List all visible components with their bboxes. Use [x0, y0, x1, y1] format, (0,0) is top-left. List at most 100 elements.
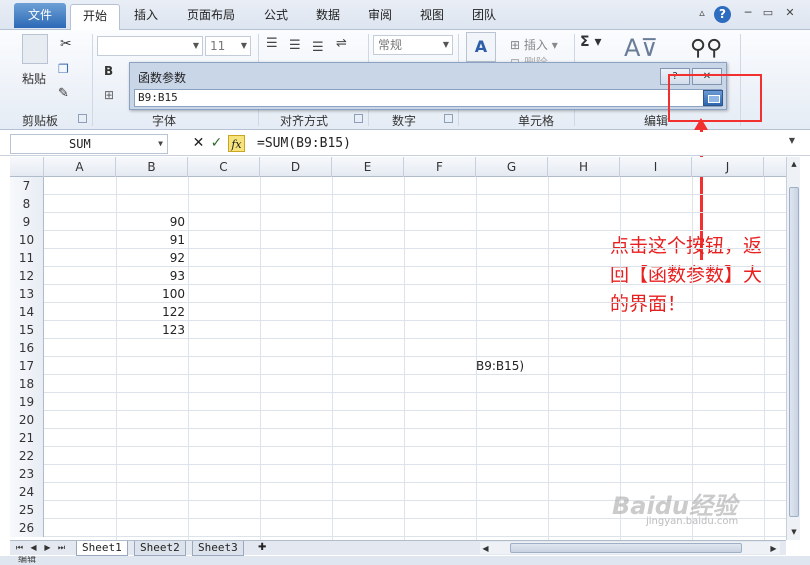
row-header[interactable]: 16 [10, 339, 44, 357]
tab-view[interactable]: 视图 [410, 4, 454, 30]
vertical-scroll-thumb[interactable] [789, 187, 799, 517]
insert-sheet-icon[interactable]: ✚ [258, 542, 272, 554]
expand-formula-bar-icon[interactable]: ▼ [786, 136, 798, 150]
styles-icon[interactable]: A [466, 32, 496, 62]
border-icon[interactable]: ⊞ [104, 88, 114, 102]
autosum-icon[interactable]: Σ ▾ [580, 34, 601, 50]
column-header[interactable]: F [404, 157, 476, 177]
row-header[interactable]: 11 [10, 249, 44, 267]
cell-b[interactable] [116, 447, 188, 465]
copy-icon[interactable]: ❐ [58, 62, 69, 76]
cell-b[interactable]: 91 [116, 231, 188, 249]
row-header[interactable]: 23 [10, 465, 44, 483]
cell-b[interactable] [116, 501, 188, 519]
row-header[interactable]: 7 [10, 177, 44, 195]
column-header[interactable]: E [332, 157, 404, 177]
enter-icon[interactable]: ✓ [208, 135, 225, 152]
column-header[interactable]: C [188, 157, 260, 177]
column-header[interactable]: A [44, 157, 116, 177]
cut-icon[interactable]: ✂ [60, 36, 72, 52]
prev-sheet-icon[interactable]: ◀ [28, 542, 39, 554]
row-header[interactable]: 9 [10, 213, 44, 231]
row-header[interactable]: 25 [10, 501, 44, 519]
font-name-combo[interactable]: ▼ [97, 36, 203, 56]
cell-b[interactable]: 92 [116, 249, 188, 267]
column-header[interactable]: D [260, 157, 332, 177]
cell-b[interactable] [116, 375, 188, 393]
sort-filter-icon[interactable]: A⊽ [624, 34, 658, 62]
row-header[interactable]: 24 [10, 483, 44, 501]
paste-icon[interactable] [22, 34, 48, 64]
cell-b[interactable] [116, 429, 188, 447]
restore-icon[interactable]: ▭ [760, 5, 776, 21]
horizontal-scrollbar[interactable]: ◀ ▶ [480, 542, 780, 554]
tab-file[interactable]: 文件 [14, 3, 66, 28]
sheet-tab[interactable]: Sheet2 [134, 541, 186, 556]
cell-b[interactable]: 122 [116, 303, 188, 321]
name-box[interactable]: SUM ▼ [10, 134, 168, 154]
tab-page-layout[interactable]: 页面布局 [180, 4, 242, 30]
font-size-combo[interactable]: 11 ▼ [205, 36, 251, 56]
select-all-corner[interactable] [10, 157, 44, 177]
cell-b[interactable] [116, 483, 188, 501]
range-input[interactable]: B9:B15 [134, 89, 722, 107]
find-select-icon[interactable]: ⚲⚲ [690, 36, 722, 61]
cell-b[interactable] [116, 177, 188, 195]
format-painter-icon[interactable]: ✎ [58, 86, 69, 101]
sheet-tab[interactable]: Sheet1 [76, 541, 128, 556]
row-header[interactable]: 14 [10, 303, 44, 321]
paste-label[interactable]: 粘贴 [22, 70, 46, 87]
delete-cells-button[interactable]: ⊟ 删除 [510, 54, 548, 62]
cell-b[interactable] [116, 339, 188, 357]
tab-data[interactable]: 数据 [306, 4, 350, 30]
wrap-text-icon[interactable]: ⇌ [336, 36, 347, 51]
tab-insert[interactable]: 插入 [124, 4, 168, 30]
row-header[interactable]: 17 [10, 357, 44, 375]
align-top-icon[interactable]: ☰ [266, 36, 278, 51]
insert-cells-button[interactable]: ⊞ 插入 ▾ [510, 36, 558, 53]
clipboard-launcher-icon[interactable] [78, 114, 87, 123]
next-sheet-icon[interactable]: ▶ [42, 542, 53, 554]
tab-home[interactable]: 开始 [70, 4, 120, 31]
number-launcher-icon[interactable] [444, 114, 453, 123]
insert-function-icon[interactable]: fx [228, 135, 245, 152]
row-header[interactable]: 22 [10, 447, 44, 465]
column-header[interactable]: B [116, 157, 188, 177]
number-format-combo[interactable]: 常规 ▼ [373, 35, 453, 55]
last-sheet-icon[interactable]: ⏭ [56, 542, 67, 554]
horizontal-scroll-thumb[interactable] [510, 543, 742, 553]
cell-b[interactable] [116, 357, 188, 375]
align-bottom-icon[interactable]: ☰ [312, 40, 324, 55]
row-header[interactable]: 18 [10, 375, 44, 393]
cell-b[interactable]: 93 [116, 267, 188, 285]
scroll-left-icon[interactable]: ◀ [480, 543, 491, 555]
help-icon[interactable]: ? [714, 6, 731, 23]
close-icon[interactable]: ✕ [782, 5, 798, 21]
tab-formulas[interactable]: 公式 [254, 4, 298, 30]
alignment-launcher-icon[interactable] [354, 114, 363, 123]
scroll-down-icon[interactable]: ▼ [788, 525, 800, 539]
worksheet-grid[interactable]: A B C D E F G H I J 7 8 9 90 10 91 11 92 12 93 13 1… [10, 157, 786, 540]
row-header[interactable]: 13 [10, 285, 44, 303]
cell-b[interactable]: 123 [116, 321, 188, 339]
cell-b[interactable] [116, 465, 188, 483]
tab-team[interactable]: 团队 [462, 4, 506, 30]
column-header[interactable]: I [620, 157, 692, 177]
column-header[interactable]: J [692, 157, 764, 177]
cell-g[interactable]: B9:B15) [476, 357, 524, 375]
cell-b[interactable]: 100 [116, 285, 188, 303]
cell-b[interactable]: 90 [116, 213, 188, 231]
cell-b[interactable] [116, 411, 188, 429]
first-sheet-icon[interactable]: ⏮ [14, 542, 25, 554]
ribbon-collapse-icon[interactable]: ▵ [694, 5, 710, 21]
cancel-icon[interactable]: ✕ [190, 135, 207, 152]
cell-b[interactable] [116, 195, 188, 213]
scroll-right-icon[interactable]: ▶ [768, 543, 779, 555]
column-header[interactable]: G [476, 157, 548, 177]
tab-review[interactable]: 审阅 [358, 4, 402, 30]
align-middle-icon[interactable]: ☰ [289, 38, 301, 53]
row-header[interactable]: 19 [10, 393, 44, 411]
row-header[interactable]: 20 [10, 411, 44, 429]
row-header[interactable]: 26 [10, 519, 44, 537]
minimize-icon[interactable]: ─ [740, 5, 756, 21]
